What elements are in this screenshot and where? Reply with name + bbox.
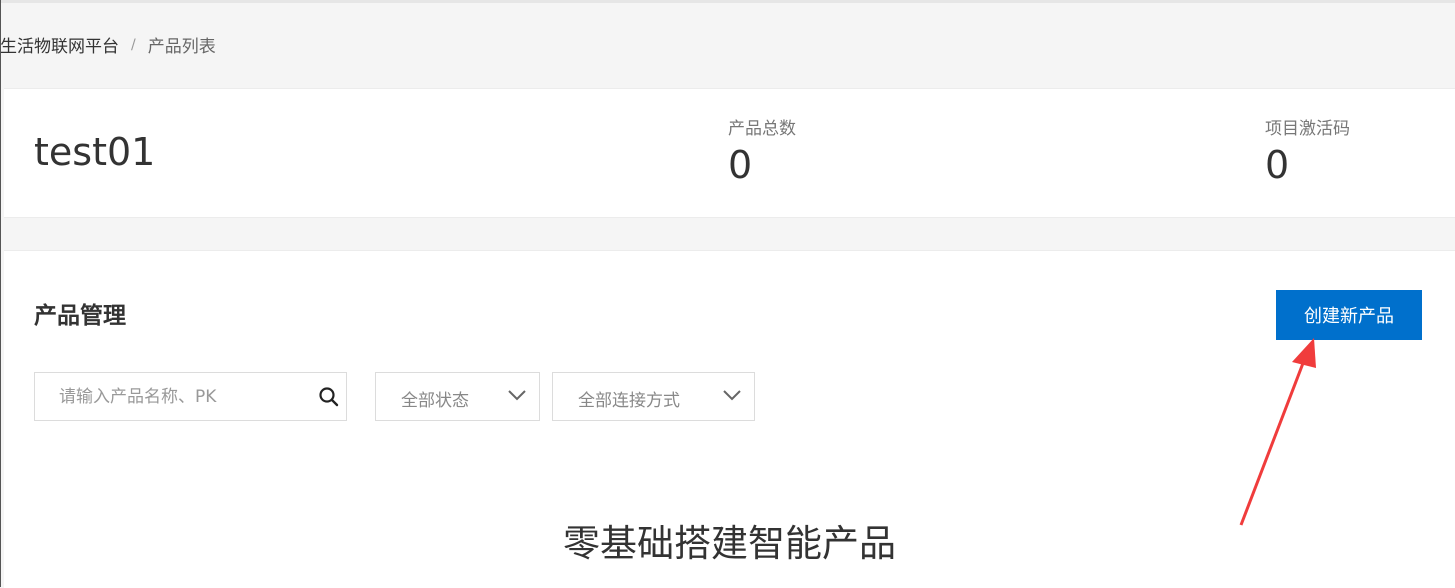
- search-icon[interactable]: [318, 386, 340, 408]
- stat-activation-codes: 项目激活码 0: [1265, 119, 1350, 187]
- top-border: [0, 0, 1455, 3]
- connection-filter-value: 全部连接方式: [578, 391, 680, 411]
- left-border: [0, 0, 1, 587]
- stat-label: 项目激活码: [1265, 119, 1350, 139]
- breadcrumb-current: 产品列表: [147, 37, 216, 57]
- search-input[interactable]: [35, 373, 305, 420]
- breadcrumb: 生活物联网平台 / 产品列表: [0, 32, 216, 58]
- annotation-arrow-icon: [1239, 338, 1316, 526]
- breadcrumb-separator: /: [131, 36, 136, 53]
- stat-value: 0: [728, 143, 753, 187]
- section-title: 产品管理: [34, 303, 126, 329]
- chevron-down-icon: [723, 390, 741, 401]
- status-filter-dropdown[interactable]: 全部状态: [375, 372, 540, 421]
- project-name: test01: [34, 130, 156, 174]
- stat-product-total: 产品总数 0: [728, 119, 796, 187]
- chevron-down-icon: [508, 390, 526, 401]
- search-box: [34, 372, 347, 421]
- breadcrumb-root-link[interactable]: 生活物联网平台: [0, 32, 119, 57]
- stat-value: 0: [1265, 143, 1290, 187]
- status-filter-value: 全部状态: [401, 391, 469, 411]
- connection-filter-dropdown[interactable]: 全部连接方式: [552, 372, 755, 421]
- stat-label: 产品总数: [728, 119, 796, 139]
- project-info-card: test01 产品总数 0 项目激活码 0: [4, 88, 1455, 218]
